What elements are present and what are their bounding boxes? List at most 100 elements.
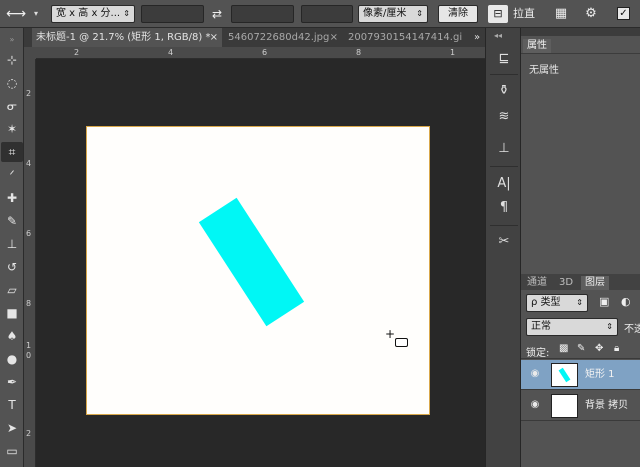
- tab-layers[interactable]: 图层: [581, 276, 609, 290]
- marquee-tool-icon[interactable]: ◌: [1, 73, 23, 93]
- ruler-label: 0: [26, 351, 32, 360]
- cursor-crop-badge-icon: [395, 338, 408, 347]
- ruler-label: 6: [26, 229, 32, 238]
- history-brush-tool-icon[interactable]: ↺: [1, 257, 23, 277]
- paragraph-panel-icon[interactable]: ¶: [492, 197, 516, 219]
- chevron-updown-icon: ⇕: [123, 9, 130, 18]
- document-tab-untitled[interactable]: 未标题-1 @ 21.7% (矩形 1, RGB/8) * ×: [32, 28, 222, 47]
- straighten-label[interactable]: 拉直: [513, 0, 535, 28]
- layer-thumbnail: [551, 363, 578, 387]
- clear-button[interactable]: 清除: [438, 5, 478, 23]
- path-selection-tool-icon[interactable]: ➤: [1, 418, 23, 438]
- eye-icon[interactable]: ◉: [528, 368, 542, 380]
- document-tab-label: 20079301541474​14.gi: [348, 32, 463, 43]
- vertical-ruler[interactable]: 2 4 6 8 1 0 2: [24, 59, 36, 467]
- crop-ratio-value: 宽 x 高 x 分...: [56, 8, 121, 19]
- close-icon[interactable]: ×: [330, 28, 338, 47]
- ruler-label: 2: [26, 89, 32, 98]
- eye-icon[interactable]: ◉: [528, 399, 542, 411]
- layer-name[interactable]: 矩形 1: [585, 360, 615, 390]
- grid-overlay-icon[interactable]: ▦: [552, 5, 570, 23]
- delete-cropped-checkbox[interactable]: ✓: [617, 7, 630, 20]
- brush-tool-icon[interactable]: ✎: [1, 211, 23, 231]
- lock-pixels-icon[interactable]: ✎: [577, 343, 585, 354]
- type-tool-icon[interactable]: T: [1, 395, 23, 415]
- tab-properties[interactable]: 属性: [523, 39, 551, 53]
- eraser-tool-icon[interactable]: ▱: [1, 280, 23, 300]
- blend-mode-value: 正常: [531, 321, 551, 332]
- tab-3d[interactable]: 3D: [555, 276, 577, 290]
- brush-presets-icon[interactable]: ⚱: [492, 80, 516, 102]
- lock-all-icon[interactable]: 🔒︎: [614, 343, 619, 354]
- ruler-label: 2: [74, 48, 80, 57]
- panel-header-strip: [521, 28, 640, 36]
- document-tab-label: 5460722680d42.jpg: [228, 32, 330, 43]
- pen-tool-icon[interactable]: ✒: [1, 372, 23, 392]
- lock-label: 锁定:: [526, 348, 550, 359]
- ruler-label: 6: [262, 48, 268, 57]
- right-panels: 属性 无属性 通道 3D 图层 ρ 类型 ⇕ ▣ ◐ 正常 ⇕ 不透 锁定: ▩ ✎…: [521, 28, 640, 467]
- document-tab-jpg[interactable]: 5460722680d42.jpg ×: [224, 28, 342, 47]
- layer-filter-value: ρ 类型: [531, 297, 561, 308]
- dock-collapse-icon[interactable]: ◂◂: [494, 31, 502, 40]
- history-panel-icon[interactable]: ⊑: [492, 48, 516, 70]
- eyedropper-tool-icon[interactable]: ᐟ: [1, 165, 23, 185]
- ruler-label: 2: [26, 429, 32, 438]
- tool-presets-icon[interactable]: ✂: [492, 231, 516, 253]
- magic-wand-tool-icon[interactable]: ✶: [1, 119, 23, 139]
- rectangle-tool-icon[interactable]: ▭: [1, 441, 23, 461]
- tool-preset-chevron-icon[interactable]: ▾: [34, 5, 42, 23]
- blur-tool-icon[interactable]: ♠: [1, 326, 23, 346]
- layer-row-rectangle[interactable]: ◉ 矩形 1: [521, 360, 640, 390]
- lock-position-icon[interactable]: ✥: [595, 343, 603, 354]
- ruler-label: 1: [450, 48, 456, 57]
- clone-source-icon[interactable]: ⊥: [492, 138, 516, 160]
- ruler-label: 4: [26, 159, 32, 168]
- ruler-origin[interactable]: [24, 47, 36, 59]
- tools-panel: » ⊹ ◌ ᓂ ✶ ⌗ ᐟ ✚ ✎ ⊥ ↺ ▱ ■ ♠ ● ✒ T ➤ ▭ ✋: [0, 28, 24, 467]
- close-icon[interactable]: ×: [210, 28, 218, 47]
- blend-mode-dropdown[interactable]: 正常 ⇕: [526, 318, 618, 336]
- lock-transparency-icon[interactable]: ▩: [559, 343, 568, 354]
- chevron-updown-icon: ⇕: [416, 9, 423, 18]
- gear-icon[interactable]: ⚙: [582, 5, 600, 23]
- filter-adjustment-icon[interactable]: ◐: [621, 295, 635, 309]
- crop-tool-icon[interactable]: ⌗: [1, 142, 23, 162]
- tab-channels[interactable]: 通道: [523, 276, 551, 290]
- ruler-label: 1: [26, 341, 32, 350]
- crop-ratio-dropdown[interactable]: 宽 x 高 x 分... ⇕: [51, 5, 135, 23]
- horizontal-ruler[interactable]: 2 4 6 8 1: [36, 47, 485, 59]
- document-tab-bar: 未标题-1 @ 21.7% (矩形 1, RGB/8) * × 54607226…: [24, 28, 485, 47]
- panel-dock: ◂◂ ⊑ ⚱ ≋ ⊥ A| ¶ ✂: [485, 28, 521, 467]
- chevron-updown-icon: ⇕: [606, 322, 613, 331]
- crop-tool-icon[interactable]: ⟷: [6, 5, 28, 23]
- character-panel-icon[interactable]: A|: [492, 173, 516, 195]
- crop-resolution-input[interactable]: [301, 5, 353, 23]
- crop-width-input[interactable]: [141, 5, 204, 23]
- ruler-label: 8: [356, 48, 362, 57]
- layer-filter-dropdown[interactable]: ρ 类型 ⇕: [526, 294, 588, 312]
- document-tab-label: 未标题-1 @ 21.7% (矩形 1, RGB/8) *: [36, 32, 211, 43]
- document-tab-gif[interactable]: 20079301541474​14.gi: [344, 28, 468, 47]
- layer-row-background-copy[interactable]: ◉ 背景 拷贝: [521, 391, 640, 421]
- gradient-tool-icon[interactable]: ■: [1, 303, 23, 323]
- dodge-tool-icon[interactable]: ●: [1, 349, 23, 369]
- no-properties-text: 无属性: [529, 65, 559, 76]
- straighten-icon[interactable]: ⊟: [488, 5, 508, 23]
- resolution-units-dropdown[interactable]: 像素/厘米 ⇕: [358, 5, 428, 23]
- panel-collapse-icon[interactable]: »: [1, 30, 23, 50]
- layer-thumbnail: [551, 394, 578, 418]
- filter-image-icon[interactable]: ▣: [599, 295, 613, 309]
- swap-dimensions-icon[interactable]: ⇄: [208, 5, 226, 23]
- layer-name[interactable]: 背景 拷贝: [585, 391, 628, 421]
- tabs-overflow-icon[interactable]: »: [470, 28, 484, 47]
- crop-height-input[interactable]: [231, 5, 294, 23]
- resolution-units-value: 像素/厘米: [363, 8, 407, 19]
- lasso-tool-icon[interactable]: ᓂ: [1, 96, 23, 116]
- move-tool-icon[interactable]: ⊹: [1, 50, 23, 70]
- options-bar: ⟷ ▾ 宽 x 高 x 分... ⇕ ⇄ 像素/厘米 ⇕ 清除 ⊟ 拉直 ▦ ⚙ ✓: [0, 0, 640, 28]
- clone-stamp-tool-icon[interactable]: ⊥: [1, 234, 23, 254]
- brush-panel-icon[interactable]: ≋: [492, 106, 516, 128]
- chevron-updown-icon: ⇕: [576, 298, 583, 307]
- healing-brush-tool-icon[interactable]: ✚: [1, 188, 23, 208]
